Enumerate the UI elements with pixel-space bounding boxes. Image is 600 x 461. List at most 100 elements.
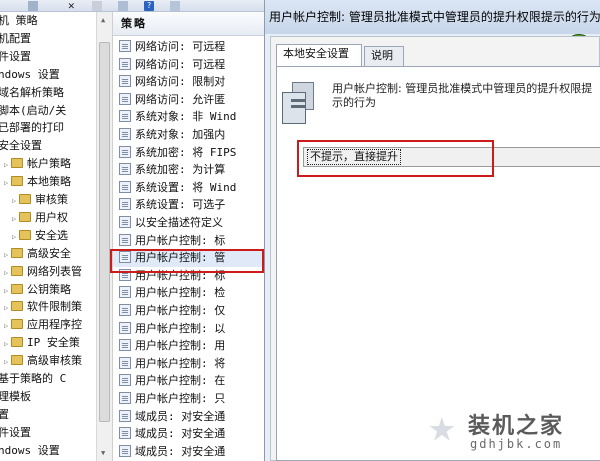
tree-item[interactable]: ▷ 帐户策略 <box>4 155 71 172</box>
expand-icon[interactable]: ▷ <box>4 265 11 282</box>
policy-row-label: 用户帐户控制: 仅 <box>135 304 226 317</box>
tree-item-label: 公钥策略 <box>27 282 71 296</box>
policy-row[interactable]: 系统设置: 可选子 <box>113 196 264 214</box>
policy-row[interactable]: 用户帐户控制: 检 <box>113 284 264 302</box>
tree-item-label: 机配置 <box>0 31 31 45</box>
scrollbar-thumb[interactable] <box>99 42 110 422</box>
tree-item[interactable]: ▷ 高级安全 <box>4 245 71 262</box>
tree-item[interactable]: ▷ 用户权 <box>12 209 68 226</box>
policy-doc-icon <box>119 110 131 123</box>
expand-icon[interactable]: ▷ <box>4 354 11 371</box>
expand-icon[interactable]: ▷ <box>4 318 11 335</box>
policy-row[interactable]: 域成员: 对安全通 <box>113 408 264 426</box>
policy-row[interactable]: 用户帐户控制: 在 <box>113 372 264 390</box>
tree-item[interactable]: ▷ 公钥策略 <box>4 281 71 298</box>
policy-row[interactable]: 系统设置: 将 Wind <box>113 179 264 197</box>
expand-icon[interactable]: ▷ <box>4 247 11 264</box>
tree-item[interactable]: 机配置 <box>0 30 31 47</box>
tree-item-label: 安全设置 <box>0 139 42 153</box>
list-header-policy[interactable]: 策略 <box>113 12 264 36</box>
scroll-up-icon[interactable]: ▲ <box>101 16 105 24</box>
tree-item[interactable]: 机 策略 <box>0 12 38 29</box>
policy-doc-icon <box>119 198 131 211</box>
expand-icon[interactable]: ▷ <box>12 229 19 246</box>
tree-item[interactable]: ▷ 网络列表管 <box>4 263 82 280</box>
expand-icon[interactable]: ▷ <box>12 193 19 210</box>
tree-item[interactable]: 域名解析策略 <box>0 84 64 101</box>
tree-item[interactable]: 件设置 <box>0 424 31 441</box>
policy-row-label: 域成员: 对安全通 <box>135 427 226 441</box>
policy-row[interactable]: 网络访问: 允许匿 <box>113 91 264 109</box>
tree-item[interactable]: ▷ 高级审核策 <box>4 352 82 369</box>
policy-row[interactable]: 域成员: 对安全通 <box>113 443 264 461</box>
expand-icon[interactable]: ▷ <box>4 175 11 192</box>
policy-row-label: 系统加密: 为计算 <box>135 163 226 177</box>
policy-doc-icon <box>119 427 131 440</box>
tree-item[interactable]: ▷ 安全选 <box>12 227 68 244</box>
tab-local-security-setting[interactable]: 本地安全设置 <box>276 44 362 66</box>
tree-item[interactable]: ▷ 软件限制策 <box>4 298 82 315</box>
policy-row-label: 用户帐户控制: 将 <box>135 356 226 370</box>
policy-row-label: 用户帐户控制: 检 <box>135 286 226 300</box>
tree-item-label: ndows 设置 <box>0 67 60 81</box>
expand-icon[interactable]: ▷ <box>4 300 11 317</box>
tree-item[interactable]: ndows 设置 <box>0 442 60 459</box>
policy-row[interactable]: 用户帐户控制: 将 <box>113 355 264 373</box>
policy-row[interactable]: 用户帐户控制: 以 <box>113 320 264 338</box>
expand-icon[interactable]: ▷ <box>4 283 11 300</box>
policy-row[interactable]: 域成员: 对安全通 <box>113 425 264 443</box>
policy-row-label: 域成员: 对安全通 <box>135 409 226 423</box>
policy-description: 用户帐户控制: 管理员批准模式中管理员的提升权限提示的行为 <box>332 82 593 109</box>
tree-scrollbar[interactable]: ▲ ▼ <box>96 12 112 461</box>
tree-item[interactable]: 置 <box>0 406 9 423</box>
policy-row[interactable]: 用户帐户控制: 标 <box>113 232 264 250</box>
policy-tree: 机 策略 机配置 件设置 ndows 设置 域名解析策略 脚本(启动/关 已部署的打印 安全设… <box>0 12 96 461</box>
policy-row[interactable]: 用户帐户控制: 用 <box>113 337 264 355</box>
tree-item[interactable]: 理模板 <box>0 388 31 405</box>
policy-row[interactable]: 以安全描述符定义 <box>113 214 264 232</box>
scroll-down-icon[interactable]: ▼ <box>101 449 105 457</box>
tab-explain[interactable]: 说明 <box>364 46 404 66</box>
tree-item-label: 网络列表管 <box>27 264 82 278</box>
policy-row-label: 用户帐户控制: 只 <box>135 392 226 405</box>
delete-icon[interactable]: ✕ <box>68 0 78 11</box>
tree-item[interactable]: ndows 设置 <box>0 66 60 83</box>
expand-icon[interactable]: ▷ <box>12 211 19 228</box>
tree-item-label: 机 策略 <box>0 14 38 27</box>
policy-row[interactable]: 系统对象: 加强内 <box>113 126 264 144</box>
tree-item[interactable]: 安全设置 <box>0 137 42 154</box>
policy-doc-icon <box>119 145 131 158</box>
help-icon[interactable]: ? <box>144 1 154 11</box>
tree-item-label: 软件限制策 <box>27 300 82 314</box>
tree-item[interactable]: 脚本(启动/关 <box>0 102 66 119</box>
toolbar-button-icon[interactable] <box>92 1 102 11</box>
tree-item[interactable]: 件设置 <box>0 48 31 65</box>
expand-icon[interactable]: ▷ <box>4 157 11 174</box>
tree-item[interactable]: 已部署的打印 <box>0 119 64 136</box>
toolbar-button-icon[interactable] <box>28 1 38 11</box>
policy-row[interactable]: 系统加密: 为计算 <box>113 161 264 179</box>
highlight-option <box>297 140 494 177</box>
policy-row[interactable]: 网络访问: 可远程 <box>113 38 264 56</box>
tree-item-label: 高级安全 <box>27 246 71 260</box>
toolbar-button-icon[interactable] <box>170 1 180 11</box>
toolbar-button-icon[interactable] <box>118 1 128 11</box>
tree-item[interactable]: ▷ 应用程序控 <box>4 316 82 333</box>
policy-row[interactable]: 系统对象: 非 Wind <box>113 108 264 126</box>
policy-row[interactable]: 系统加密: 将 FIPS <box>113 144 264 162</box>
tree-item[interactable]: 基于策略的 C <box>0 370 66 387</box>
policy-row[interactable]: 用户帐户控制: 仅 <box>113 302 264 320</box>
policy-row-label: 用户帐户控制: 在 <box>135 374 226 388</box>
policy-row[interactable]: 网络访问: 可远程 <box>113 56 264 74</box>
folder-icon <box>11 319 23 330</box>
tree-item[interactable]: ▷ 审核策 <box>12 191 68 208</box>
tree-item-label: 帐户策略 <box>27 157 71 171</box>
policy-doc-icon <box>119 128 131 140</box>
policy-doc-icon <box>119 444 131 457</box>
tree-item[interactable]: ▷ 本地策略 <box>4 173 71 190</box>
expand-icon[interactable]: ▷ <box>4 336 11 353</box>
tree-item[interactable]: ▷ IP 安全策 <box>4 334 80 351</box>
policy-row[interactable]: 网络访问: 限制对 <box>113 73 264 91</box>
policy-row[interactable]: 用户帐户控制: 只 <box>113 390 264 408</box>
policy-doc-icon <box>119 92 131 105</box>
